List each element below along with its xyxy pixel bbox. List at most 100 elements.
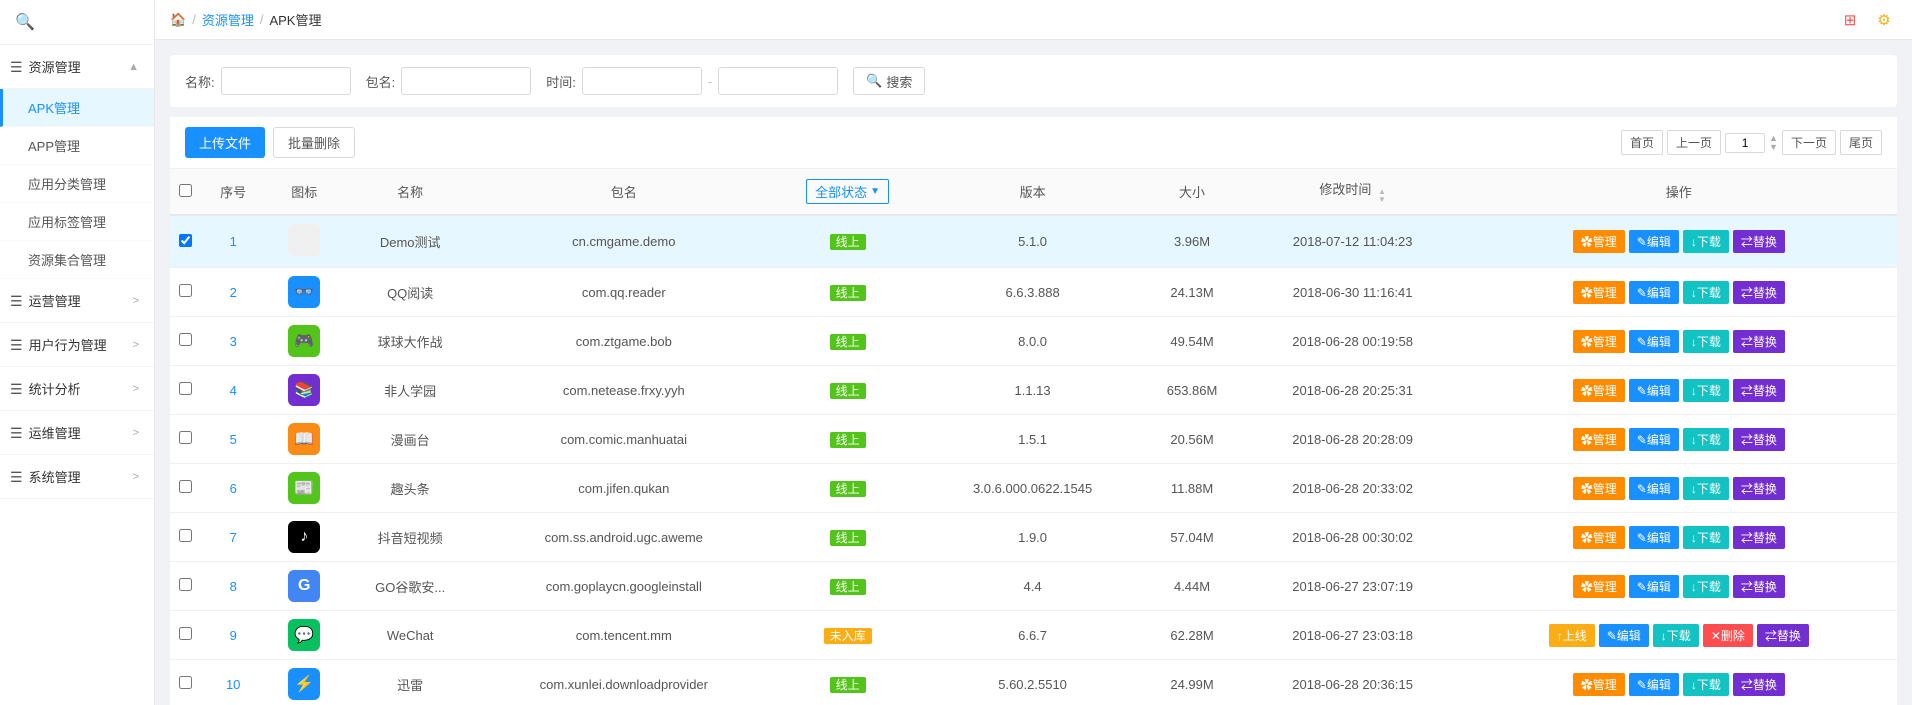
upload-button[interactable]: 上传文件	[185, 127, 265, 158]
page-input-top[interactable]	[1725, 133, 1765, 153]
last-page-top[interactable]: 尾页	[1840, 130, 1882, 155]
btn-edit-1[interactable]: ✎编辑	[1629, 230, 1679, 253]
search-icon[interactable]: 🔍	[15, 14, 35, 31]
btn-download-4[interactable]: ↓下载	[1683, 379, 1729, 402]
topbar-icon-settings[interactable]: ⚙	[1871, 7, 1897, 33]
btn-download-1[interactable]: ↓下载	[1683, 230, 1729, 253]
btn-download-7[interactable]: ↓下载	[1683, 526, 1729, 549]
topbar-icon-grid[interactable]: ⊞	[1837, 7, 1863, 33]
sidebar-group-header-sys[interactable]: ☰系统管理>	[0, 455, 154, 499]
btn-replace-1[interactable]: ⇄替换	[1733, 230, 1785, 253]
th-status[interactable]: 全部状态 ▼	[769, 169, 925, 215]
btn-manage-5[interactable]: ✿管理	[1573, 428, 1625, 451]
row-index: 9	[200, 611, 266, 660]
sidebar-group-header-ops[interactable]: ☰运营管理>	[0, 279, 154, 323]
status-filter-arrow: ▼	[870, 186, 880, 197]
home-icon[interactable]: 🏠	[170, 12, 186, 28]
prev-page-top[interactable]: 上一页	[1667, 130, 1721, 155]
sidebar-group-header-ops_mgmt[interactable]: ☰运维管理>	[0, 411, 154, 455]
search-button[interactable]: 🔍 搜索	[853, 67, 925, 95]
page-arrow-down-top[interactable]: ▼	[1769, 143, 1778, 152]
row-icon-img-4: 📚	[288, 374, 320, 406]
row-version: 3.0.6.000.0622.1545	[926, 464, 1140, 513]
sidebar-item-app_category[interactable]: 应用分类管理	[0, 165, 154, 203]
btn-download-8[interactable]: ↓下载	[1683, 575, 1729, 598]
sidebar-item-resource_set[interactable]: 资源集合管理	[0, 241, 154, 279]
btn-edit-8[interactable]: ✎编辑	[1629, 575, 1679, 598]
row-checkbox-cell	[170, 611, 200, 660]
btn-download-2[interactable]: ↓下载	[1683, 281, 1729, 304]
sidebar-item-app[interactable]: APP管理	[0, 127, 154, 165]
filter-package-input[interactable]	[401, 67, 531, 95]
row-status: 线上	[769, 415, 925, 464]
filter-name-input[interactable]	[221, 67, 351, 95]
row-checkbox-8[interactable]	[179, 578, 192, 591]
btn-manage-1[interactable]: ✿管理	[1573, 230, 1625, 253]
btn-replace-5[interactable]: ⇄替换	[1733, 428, 1785, 451]
btn-replace-6[interactable]: ⇄替换	[1733, 477, 1785, 500]
first-page-top[interactable]: 首页	[1621, 130, 1663, 155]
btn-replace-9[interactable]: ⇄替换	[1757, 624, 1809, 647]
sidebar: 🔍 ☰资源管理▲APK管理APP管理应用分类管理应用标签管理资源集合管理☰运营管…	[0, 0, 155, 705]
btn-download-9[interactable]: ↓下载	[1653, 624, 1699, 647]
btn-manage-8[interactable]: ✿管理	[1573, 575, 1625, 598]
btn-edit-4[interactable]: ✎编辑	[1629, 379, 1679, 402]
row-name: QQ阅读	[342, 268, 478, 317]
btn-edit-5[interactable]: ✎编辑	[1629, 428, 1679, 451]
filter-time-end[interactable]	[718, 67, 838, 95]
page-arrows-top[interactable]: ▲ ▼	[1769, 134, 1778, 152]
select-all-checkbox[interactable]	[179, 184, 192, 197]
row-checkbox-1[interactable]	[179, 234, 192, 247]
sidebar-group-arrow-ops_mgmt: >	[133, 427, 139, 439]
btn-replace-10[interactable]: ⇄替换	[1733, 673, 1785, 696]
row-package: com.qq.reader	[478, 268, 769, 317]
btn-manage-2[interactable]: ✿管理	[1573, 281, 1625, 304]
row-checkbox-9[interactable]	[179, 627, 192, 640]
btn-manage-4[interactable]: ✿管理	[1573, 379, 1625, 402]
row-checkbox-2[interactable]	[179, 284, 192, 297]
row-checkbox-6[interactable]	[179, 480, 192, 493]
sidebar-group-header-user_behavior[interactable]: ☰用户行为管理>	[0, 323, 154, 367]
sidebar-group-header-resource[interactable]: ☰资源管理▲	[0, 45, 154, 89]
btn-manage-3[interactable]: ✿管理	[1573, 330, 1625, 353]
th-modified[interactable]: 修改时间 ▲ ▼	[1245, 169, 1461, 215]
btn-replace-7[interactable]: ⇄替换	[1733, 526, 1785, 549]
btn-edit-2[interactable]: ✎编辑	[1629, 281, 1679, 304]
btn-edit-9[interactable]: ✎编辑	[1599, 624, 1649, 647]
btn-online-9[interactable]: ↑上线	[1549, 624, 1595, 647]
btn-replace-4[interactable]: ⇄替换	[1733, 379, 1785, 402]
btn-edit-3[interactable]: ✎编辑	[1629, 330, 1679, 353]
row-checkbox-5[interactable]	[179, 431, 192, 444]
btn-manage-6[interactable]: ✿管理	[1573, 477, 1625, 500]
btn-download-6[interactable]: ↓下载	[1683, 477, 1729, 500]
sidebar-group-header-stats[interactable]: ☰统计分析>	[0, 367, 154, 411]
table-row: 6📰趣头条com.jifen.qukan线上3.0.6.000.0622.154…	[170, 464, 1897, 513]
row-checkbox-4[interactable]	[179, 382, 192, 395]
sidebar-item-app_tag[interactable]: 应用标签管理	[0, 203, 154, 241]
row-status-badge-7: 线上	[830, 530, 866, 546]
btn-download-3[interactable]: ↓下载	[1683, 330, 1729, 353]
btn-edit-6[interactable]: ✎编辑	[1629, 477, 1679, 500]
table-row: 5📖漫画台com.comic.manhuatai线上1.5.120.56M201…	[170, 415, 1897, 464]
sidebar-search-area[interactable]: 🔍	[0, 0, 154, 45]
btn-delete-9[interactable]: ✕删除	[1703, 624, 1753, 647]
btn-download-5[interactable]: ↓下载	[1683, 428, 1729, 451]
row-checkbox-10[interactable]	[179, 676, 192, 689]
row-checkbox-7[interactable]	[179, 529, 192, 542]
filter-time-start[interactable]	[582, 67, 702, 95]
btn-replace-8[interactable]: ⇄替换	[1733, 575, 1785, 598]
row-index: 3	[200, 317, 266, 366]
btn-replace-3[interactable]: ⇄替换	[1733, 330, 1785, 353]
btn-replace-2[interactable]: ⇄替换	[1733, 281, 1785, 304]
btn-edit-10[interactable]: ✎编辑	[1629, 673, 1679, 696]
batch-delete-button[interactable]: 批量删除	[273, 127, 355, 158]
breadcrumb-parent[interactable]: 资源管理	[202, 10, 254, 29]
btn-edit-7[interactable]: ✎编辑	[1629, 526, 1679, 549]
btn-manage-10[interactable]: ✿管理	[1573, 673, 1625, 696]
next-page-top[interactable]: 下一页	[1782, 130, 1836, 155]
sidebar-item-apk[interactable]: APK管理	[0, 89, 154, 127]
btn-manage-7[interactable]: ✿管理	[1573, 526, 1625, 549]
sidebar-group-label-ops: 运营管理	[29, 294, 81, 309]
btn-download-10[interactable]: ↓下载	[1683, 673, 1729, 696]
row-checkbox-3[interactable]	[179, 333, 192, 346]
